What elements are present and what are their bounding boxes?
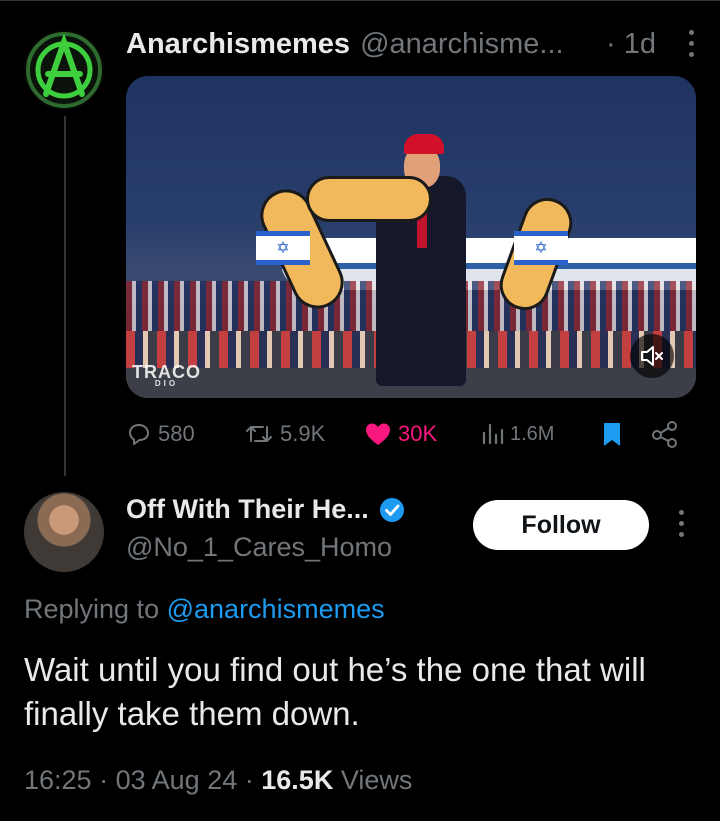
repost-icon bbox=[246, 426, 272, 442]
parent-tweet-header: Anarchismemes @anarchisme... · 1d bbox=[126, 24, 696, 64]
reply-date[interactable]: 03 Aug 24 bbox=[116, 765, 238, 795]
views-icon bbox=[482, 423, 504, 445]
reply-author-handle[interactable]: @No_1_Cares_Homo bbox=[126, 532, 392, 563]
parent-tweet-time[interactable]: · 1d bbox=[606, 28, 656, 61]
thread-line bbox=[64, 116, 66, 476]
reply-author-name[interactable]: Off With Their He... bbox=[126, 494, 369, 525]
reply-button[interactable]: 580 bbox=[126, 416, 195, 452]
bookmark-icon bbox=[604, 423, 620, 446]
reply-tweet-meta: 16:25 · 03 Aug 24 · 16.5K Views bbox=[24, 765, 412, 796]
video-player[interactable]: ✡ ✡ TRACO DIO bbox=[126, 76, 696, 398]
more-icon[interactable] bbox=[676, 510, 686, 542]
mute-icon bbox=[641, 346, 663, 366]
mute-button[interactable] bbox=[630, 334, 674, 378]
bookmark-button[interactable] bbox=[600, 416, 624, 452]
share-icon bbox=[652, 421, 677, 448]
repost-button[interactable]: 5.9K bbox=[244, 416, 325, 452]
replying-mention-link[interactable]: @anarchismemes bbox=[167, 594, 385, 624]
video-watermark: TRACO DIO bbox=[132, 362, 201, 388]
reply-icon bbox=[129, 424, 149, 445]
like-button[interactable]: 30K bbox=[364, 416, 437, 452]
verified-icon bbox=[379, 497, 404, 522]
follow-button[interactable]: Follow bbox=[473, 500, 649, 550]
reply-count: 580 bbox=[158, 421, 195, 446]
like-count: 30K bbox=[398, 421, 438, 446]
reply-tweet-text: Wait until you find out he’s the one tha… bbox=[24, 651, 646, 732]
meta-separator: · bbox=[99, 765, 109, 795]
video-speaker-cap bbox=[404, 134, 444, 154]
left-hand-drawing bbox=[306, 176, 432, 222]
reply-views-label[interactable]: Views bbox=[341, 765, 413, 795]
like-icon bbox=[366, 423, 390, 445]
replying-to: Replying to @anarchismemes bbox=[24, 594, 385, 625]
reply-time[interactable]: 16:25 bbox=[24, 765, 92, 795]
off-with-their-heads-avatar[interactable] bbox=[24, 492, 104, 572]
more-icon[interactable] bbox=[684, 30, 698, 60]
parent-author-handle[interactable]: @anarchisme... bbox=[360, 28, 564, 61]
anarchismemes-avatar[interactable] bbox=[24, 30, 104, 110]
top-divider bbox=[0, 0, 720, 1]
replying-prefix: Replying to bbox=[24, 594, 160, 624]
views-count: 1.6M bbox=[510, 422, 555, 445]
reply-author-row: Off With Their He... bbox=[126, 494, 405, 525]
anarchy-logo-icon bbox=[26, 32, 102, 108]
reply-views-count[interactable]: 16.5K bbox=[261, 765, 333, 795]
parent-tweet-actions: 580 5.9K 30K 1.6M bbox=[126, 416, 696, 452]
left-flag: ✡ bbox=[256, 231, 310, 265]
meta-separator: · bbox=[244, 765, 254, 795]
share-button[interactable] bbox=[650, 416, 680, 452]
right-flag: ✡ bbox=[514, 231, 568, 265]
repost-count: 5.9K bbox=[280, 421, 326, 446]
parent-author-name[interactable]: Anarchismemes bbox=[126, 28, 350, 61]
views-button[interactable]: 1.6M bbox=[480, 416, 554, 452]
